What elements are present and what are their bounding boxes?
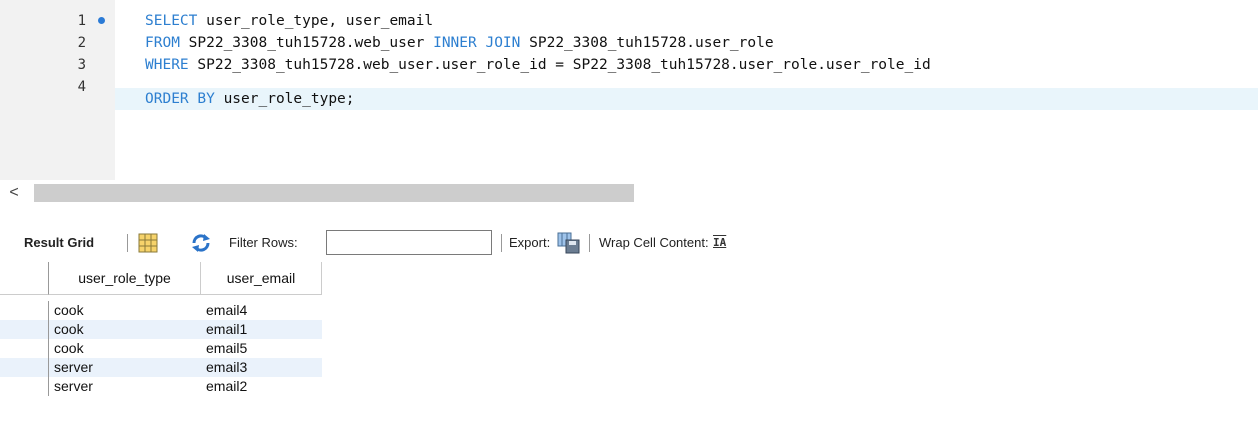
cell-user-email[interactable]: email2 — [206, 377, 247, 396]
code-line-4[interactable]: ORDER BY user_role_type; — [115, 88, 1258, 110]
sql-editor[interactable]: 1 2 3 4 SELECT user_role_type, user_emai… — [0, 0, 1258, 180]
line-number: 2 — [77, 35, 86, 51]
line-number-gutter: 1 2 3 4 — [0, 0, 115, 180]
code-line-1[interactable]: SELECT user_role_type, user_email — [145, 10, 433, 32]
result-grid-tab[interactable]: Result Grid — [24, 234, 94, 252]
table-row[interactable]: cook email5 — [0, 339, 322, 358]
cell-user-email[interactable]: email3 — [206, 358, 247, 377]
result-toolbar: Result Grid Filter Rows: Export: Wrap Ce… — [0, 226, 1258, 260]
sql-text: SP22_3308_tuh15728.web_user — [179, 35, 434, 51]
filter-rows-label: Filter Rows: — [229, 235, 298, 250]
toolbar-divider — [127, 234, 128, 252]
scrollbar-thumb[interactable] — [34, 184, 634, 202]
wrap-cell-content-icon[interactable]: IA — [713, 234, 726, 252]
column-header-user-role-type[interactable]: user_role_type — [49, 262, 201, 295]
cell-user-role-type[interactable]: cook — [54, 339, 84, 358]
cell-user-role-type[interactable]: cook — [54, 301, 84, 320]
line-number: 3 — [77, 57, 86, 73]
toolbar-divider — [589, 234, 590, 252]
table-row[interactable]: server email2 — [0, 377, 322, 396]
line-number: 1 — [77, 13, 86, 29]
grid-view-icon[interactable] — [138, 233, 158, 253]
cell-user-role-type[interactable]: server — [54, 377, 93, 396]
editor-horizontal-scrollbar[interactable]: < — [0, 182, 1258, 204]
table-row[interactable]: cook email4 — [0, 301, 322, 320]
refresh-icon[interactable] — [190, 233, 212, 252]
sql-keyword: ORDER BY — [145, 91, 215, 107]
current-statement-marker-icon — [98, 17, 105, 24]
export-icon[interactable] — [557, 232, 581, 254]
line-number: 4 — [77, 79, 86, 95]
table-row[interactable]: server email3 — [0, 358, 322, 377]
sql-keyword: SELECT — [145, 13, 198, 29]
cell-user-role-type[interactable]: server — [54, 358, 93, 377]
wrap-cell-content-label: Wrap Cell Content: — [599, 235, 709, 250]
sql-text: user_role_type, user_email — [197, 13, 434, 29]
table-row[interactable]: cook email1 — [0, 320, 322, 339]
row-gutter — [0, 301, 49, 320]
cell-user-email[interactable]: email5 — [206, 339, 247, 358]
sql-text: user_role_type; — [214, 91, 355, 107]
sql-text: SP22_3308_tuh15728.user_role — [520, 35, 774, 51]
row-header-corner — [0, 262, 49, 295]
code-line-2[interactable]: FROM SP22_3308_tuh15728.web_user INNER J… — [145, 32, 774, 54]
sql-text: SP22_3308_tuh15728.web_user.user_role_id… — [188, 57, 931, 73]
toolbar-divider — [501, 234, 502, 252]
sql-keyword: FROM — [145, 35, 180, 51]
row-gutter — [0, 339, 49, 358]
sql-keyword: INNER JOIN — [433, 35, 521, 51]
filter-rows-input[interactable] — [326, 230, 492, 255]
cell-user-role-type[interactable]: cook — [54, 320, 84, 339]
column-header-user-email[interactable]: user_email — [201, 262, 322, 295]
cell-user-email[interactable]: email4 — [206, 301, 247, 320]
export-label: Export: — [509, 235, 551, 250]
sql-keyword: WHERE — [145, 57, 189, 73]
code-line-3[interactable]: WHERE SP22_3308_tuh15728.web_user.user_r… — [145, 54, 931, 76]
row-gutter — [0, 320, 49, 339]
row-gutter — [0, 377, 49, 396]
row-gutter — [0, 358, 49, 377]
cell-user-email[interactable]: email1 — [206, 320, 247, 339]
scroll-left-arrow-icon[interactable]: < — [4, 182, 24, 204]
